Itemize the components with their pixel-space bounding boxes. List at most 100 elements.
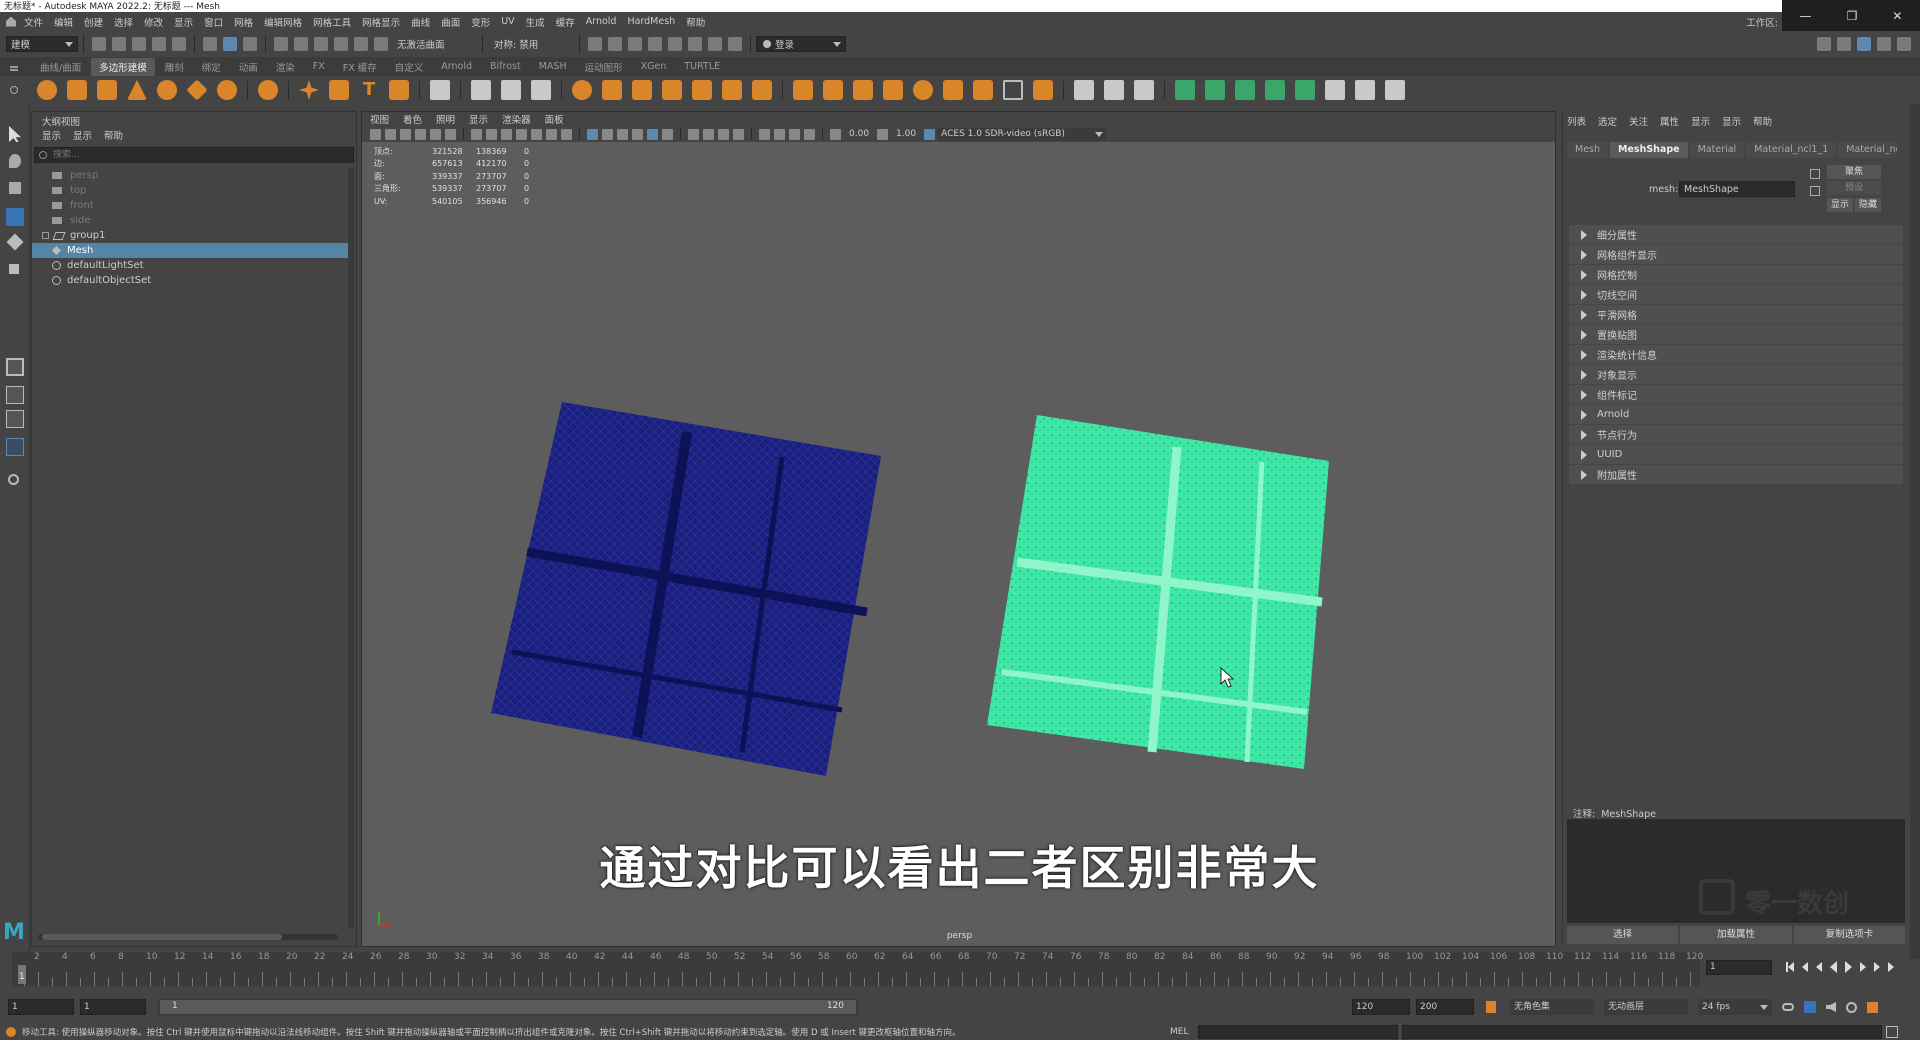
menu-item[interactable]: 修改 bbox=[144, 15, 163, 29]
close-button[interactable]: ✕ bbox=[1892, 9, 1902, 23]
symmetry-field[interactable]: 对称: 禁用 bbox=[494, 37, 574, 51]
menu-item[interactable]: 编辑网格 bbox=[264, 15, 302, 29]
ae-mesh-name-field[interactable] bbox=[1679, 181, 1795, 197]
menu-item[interactable]: 曲线 bbox=[411, 15, 430, 29]
menu-item[interactable]: 文件 bbox=[24, 15, 43, 29]
shelf-tab[interactable]: 渲染 bbox=[268, 58, 303, 76]
ae-menu-attributes[interactable]: 属性 bbox=[1660, 114, 1679, 128]
current-frame-field[interactable] bbox=[1706, 959, 1772, 975]
tool-settings-icon[interactable] bbox=[1877, 37, 1891, 51]
time-slider[interactable]: 2 4 6 8 10 12 14 16 18 20 22 24 26 28 30 32 34 36 38 40 42 44… bbox=[12, 952, 1703, 986]
wireframe-icon[interactable] bbox=[1003, 80, 1023, 100]
mode-dropdown[interactable]: 建模 bbox=[6, 36, 78, 52]
shelf-tab[interactable]: 多边形建模 bbox=[91, 57, 155, 76]
step-back-key-icon[interactable] bbox=[1802, 962, 1808, 972]
layout-side-icon[interactable] bbox=[6, 410, 24, 428]
menu-item[interactable]: 曲面 bbox=[441, 15, 460, 29]
uv-unfold-icon[interactable] bbox=[1175, 80, 1195, 100]
extrude-icon[interactable] bbox=[632, 80, 652, 100]
range-slider[interactable]: 1 120 bbox=[158, 999, 858, 1015]
menu-item[interactable]: 编辑 bbox=[54, 15, 73, 29]
scale-tool-icon[interactable] bbox=[9, 264, 19, 274]
poke-icon[interactable] bbox=[752, 80, 772, 100]
save-scene-icon[interactable] bbox=[132, 37, 146, 51]
mirror-icon[interactable] bbox=[602, 80, 622, 100]
bridge-icon[interactable] bbox=[662, 80, 682, 100]
fill-hole-icon[interactable] bbox=[722, 80, 742, 100]
modeling-toolkit-icon[interactable] bbox=[1817, 37, 1831, 51]
snap-grid-icon[interactable] bbox=[274, 37, 288, 51]
restore-button[interactable]: ❐ bbox=[1847, 9, 1858, 23]
select-hierarchy-icon[interactable] bbox=[203, 37, 217, 51]
rotate-tool-icon[interactable] bbox=[6, 233, 24, 251]
reduce-icon[interactable] bbox=[1033, 80, 1053, 100]
menu-item[interactable]: UV bbox=[501, 16, 514, 27]
svg-tool-icon[interactable] bbox=[389, 80, 409, 100]
step-back-frame-icon[interactable] bbox=[1816, 962, 1822, 972]
go-to-start-icon[interactable] bbox=[1788, 962, 1794, 972]
snap-curve-icon[interactable] bbox=[294, 37, 308, 51]
ae-section[interactable]: 细分属性 bbox=[1569, 225, 1903, 244]
outliner-item[interactable]: top bbox=[32, 183, 348, 198]
fps-dropdown[interactable]: 24 fps bbox=[1698, 999, 1772, 1015]
pause-icon[interactable] bbox=[728, 37, 742, 51]
shelf-tab[interactable]: 运动图形 bbox=[577, 58, 631, 76]
menu-item[interactable]: 显示 bbox=[174, 15, 193, 29]
bookmark-toggle-icon[interactable] bbox=[1867, 1001, 1878, 1013]
ae-menu-help[interactable]: 帮助 bbox=[1753, 114, 1772, 128]
step-forward-key-icon[interactable] bbox=[1874, 962, 1880, 972]
play-backward-icon[interactable] bbox=[1830, 961, 1837, 973]
live-surface-field[interactable]: 无激活曲面 bbox=[397, 37, 477, 51]
outliner-item[interactable]: side bbox=[32, 213, 348, 228]
outliner-item[interactable]: front bbox=[32, 198, 348, 213]
shelf-tab[interactable]: Arnold bbox=[433, 59, 480, 74]
playback-end-field[interactable] bbox=[1352, 999, 1410, 1015]
menu-item[interactable]: 网格工具 bbox=[313, 15, 351, 29]
character-set-dropdown[interactable]: 无角色集 bbox=[1510, 999, 1594, 1015]
menu-item[interactable]: 生成 bbox=[526, 15, 545, 29]
poly-cone-icon[interactable] bbox=[127, 80, 147, 100]
loop-icon[interactable] bbox=[1782, 1003, 1794, 1011]
select-component-icon[interactable] bbox=[243, 37, 257, 51]
ae-section[interactable]: 节点行为 bbox=[1569, 425, 1903, 444]
open-scene-icon[interactable] bbox=[112, 37, 126, 51]
edge-loop-icon[interactable] bbox=[883, 80, 903, 100]
menu-item[interactable]: HardMesh bbox=[627, 16, 675, 27]
separate-icon[interactable] bbox=[501, 80, 521, 100]
ae-hide-button[interactable]: 隐藏 bbox=[1855, 198, 1881, 212]
minimize-button[interactable]: — bbox=[1800, 9, 1812, 23]
select-object-icon[interactable] bbox=[223, 37, 237, 51]
outliner-menu-help[interactable]: 帮助 bbox=[104, 128, 123, 142]
shelf-tab[interactable]: 雕刻 bbox=[157, 58, 192, 76]
outliner-item[interactable]: persp bbox=[32, 168, 348, 183]
render-sequence-icon[interactable] bbox=[608, 37, 622, 51]
ae-section[interactable]: 平滑网格 bbox=[1569, 305, 1903, 324]
shelf-tab[interactable]: 自定义 bbox=[387, 58, 432, 76]
snap-view-icon[interactable] bbox=[334, 37, 348, 51]
smooth-icon[interactable] bbox=[531, 80, 551, 100]
shelf-tab[interactable]: TURTLE bbox=[676, 59, 728, 74]
move-tool-icon[interactable] bbox=[6, 208, 24, 226]
multi-cut-icon[interactable] bbox=[793, 80, 813, 100]
ae-menu-selected[interactable]: 选定 bbox=[1598, 114, 1617, 128]
new-scene-icon[interactable] bbox=[92, 37, 106, 51]
ae-copy-tab-button[interactable]: 复制选项卡 bbox=[1793, 926, 1905, 944]
super-shape-icon[interactable] bbox=[258, 80, 278, 100]
ae-section[interactable]: 置换贴图 bbox=[1569, 325, 1903, 344]
ae-section[interactable]: Arnold bbox=[1569, 405, 1903, 424]
menu-item[interactable]: 缓存 bbox=[556, 15, 575, 29]
shelf-tab[interactable]: FX bbox=[305, 59, 333, 74]
shelf-options-icon[interactable] bbox=[10, 86, 18, 94]
command-line-input[interactable] bbox=[1198, 1025, 1399, 1039]
uv-x-icon[interactable] bbox=[1385, 80, 1405, 100]
outliner-menu-show[interactable]: 显示 bbox=[73, 128, 92, 142]
layout-outliner-icon[interactable] bbox=[6, 438, 24, 456]
shelf-tab[interactable]: 动画 bbox=[231, 58, 266, 76]
text-tool-icon[interactable]: T bbox=[359, 80, 379, 100]
poly-cylinder-icon[interactable] bbox=[97, 80, 117, 100]
menu-item[interactable]: Arnold bbox=[586, 16, 617, 27]
outliner-hscroll-thumb[interactable] bbox=[42, 934, 282, 940]
render-settings-icon[interactable] bbox=[648, 37, 662, 51]
outliner-hscroll[interactable] bbox=[38, 934, 338, 940]
ipr-render-icon[interactable] bbox=[628, 37, 642, 51]
